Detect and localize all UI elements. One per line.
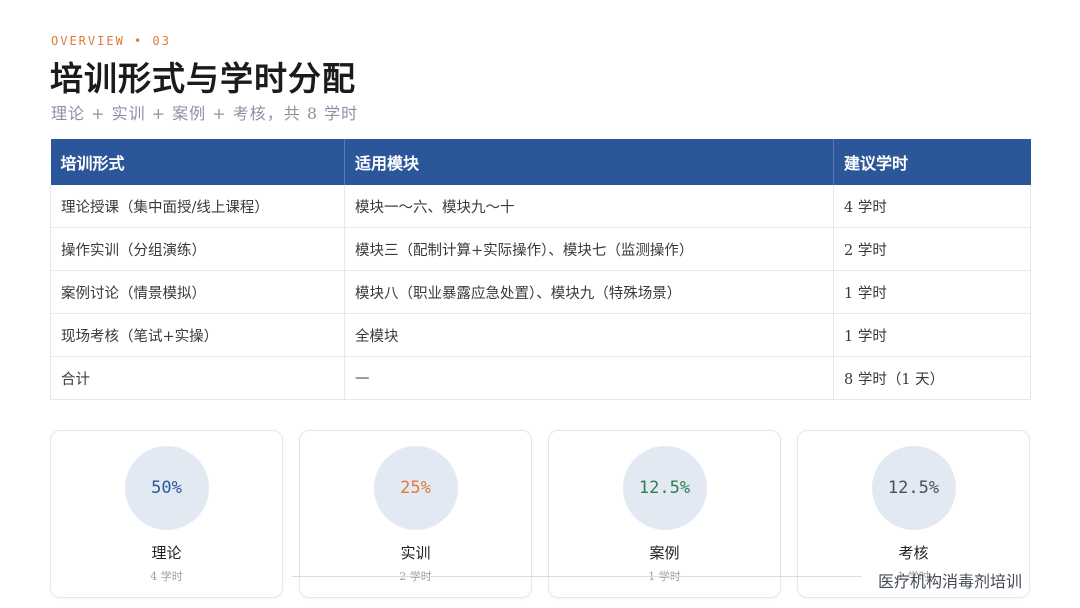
table-row: 案例讨论（情景模拟） 模块八（职业暴露应急处置）、模块九（特殊场景） 1 学时 [50,270,1031,314]
training-plan-table: 培训形式 适用模块 建议学时 理论授课（集中面授/线上课程） 模块一～六、模块九… [50,139,1031,400]
cell-hours: 2 学时 [833,227,1031,271]
cell-module: 全模块 [344,313,834,357]
table-row: 理论授课（集中面授/线上课程） 模块一～六、模块九～十 4 学时 [50,185,1031,228]
card-label: 案例 [649,544,680,562]
card-label: 实训 [400,544,431,562]
card-label: 理论 [151,544,182,562]
table-row-total: 合计 — 8 学时（1 天） [50,356,1031,400]
cell-format: 操作实训（分组演练） [50,227,345,271]
cell-format: 理论授课（集中面授/线上课程） [50,185,345,228]
table-header-row: 培训形式 适用模块 建议学时 [50,139,1031,185]
column-header-hours: 建议学时 [833,139,1031,185]
page-subtitle: 理论 + 实训 + 案例 + 考核，共 8 学时 [51,104,359,123]
table-row: 操作实训（分组演练） 模块三（配制计算+实际操作）、模块七（监测操作） 2 学时 [50,227,1031,271]
footer-watermark: 医疗机构消毒剂培训 [877,572,1022,591]
cell-hours: 8 学时（1 天） [833,356,1031,400]
percent-circle: 12.5% [622,446,707,530]
percent-circle: 25% [373,446,458,530]
section-eyebrow: OVERVIEW • 03 [51,34,171,48]
cell-hours: 1 学时 [833,270,1031,314]
cell-hours: 1 学时 [833,313,1031,357]
card-label: 考核 [898,544,929,562]
cell-format: 合计 [50,356,345,400]
card-theory: 50% 理论 4 学时 [50,430,283,598]
cell-module: 模块一～六、模块九～十 [344,185,834,228]
cell-hours: 4 学时 [833,185,1031,228]
cell-module: 模块三（配制计算+实际操作）、模块七（监测操作） [344,227,834,271]
percent-circle: 12.5% [871,446,956,530]
card-hours: 4 学时 [150,570,183,583]
column-header-format: 培训形式 [50,139,345,185]
card-practice: 25% 实训 2 学时 [299,430,532,598]
percent-circle: 50% [124,446,209,530]
cell-module: — [344,356,834,400]
card-case: 12.5% 案例 1 学时 [548,430,781,598]
footer-divider [292,576,862,577]
table-row: 现场考核（笔试+实操） 全模块 1 学时 [50,313,1031,357]
cell-format: 现场考核（笔试+实操） [50,313,345,357]
cell-format: 案例讨论（情景模拟） [50,270,345,314]
cell-module: 模块八（职业暴露应急处置）、模块九（特殊场景） [344,270,834,314]
page-title: 培训形式与学时分配 [50,59,356,98]
column-header-module: 适用模块 [344,139,834,185]
